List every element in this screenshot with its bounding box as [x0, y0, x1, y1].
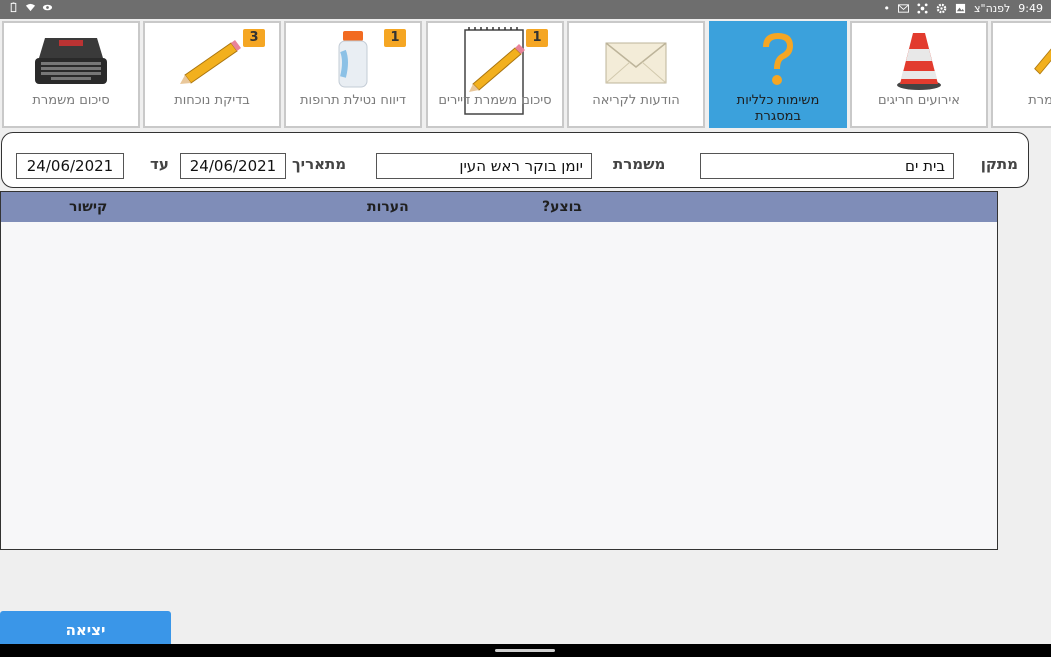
- tile-label: משמרת: [1028, 93, 1051, 108]
- to-date-label: עד: [150, 155, 169, 173]
- tile-badge: 3: [243, 29, 265, 47]
- tile-label: אירועים חריגים: [878, 93, 960, 108]
- filter-panel: מתקן בית ים משמרת יומן בוקר ראש העין מתא…: [1, 132, 1029, 188]
- table-header: בוצע? הערות קישור: [1, 192, 997, 222]
- tile-exceptional-events[interactable]: אירועים חריגים: [850, 21, 988, 128]
- tile-label: סיכום משמרת דיירים: [438, 93, 552, 108]
- tile-label: משימות כלליות במסגרת: [736, 93, 820, 124]
- exit-button[interactable]: יציאה: [0, 611, 171, 645]
- navigation-bar: [0, 644, 1051, 657]
- tile-label: סיכום משמרת: [32, 93, 110, 108]
- pill-bottle-icon: [338, 31, 368, 88]
- pencil-icon: [180, 40, 241, 84]
- status-time: 9:49: [1018, 2, 1043, 15]
- wifi-icon: [25, 3, 36, 12]
- column-notes[interactable]: הערות: [367, 199, 409, 215]
- tile-attendance-check[interactable]: 3 בדיקת נוכחות: [143, 21, 281, 128]
- tile-label: דיווח נטילת תרופות: [300, 93, 406, 108]
- battery-icon: [10, 2, 17, 13]
- status-bar: • לפנה"צ 9:49: [0, 0, 1051, 19]
- tile-general-tasks[interactable]: משימות כלליות במסגרת: [709, 21, 847, 128]
- question-mark-icon: [763, 33, 793, 85]
- menu-tiles: משמרת אירועים חריגים משימות כלליות במסגר…: [0, 20, 1051, 130]
- shift-label: משמרת: [613, 155, 666, 173]
- shift-field[interactable]: יומן בוקר ראש העין: [376, 153, 592, 179]
- tile-badge: 1: [384, 29, 406, 47]
- eye-icon: [42, 4, 53, 11]
- to-date-field[interactable]: 24/06/2021: [16, 153, 124, 179]
- typewriter-icon: [35, 38, 107, 84]
- facility-label: מתקן: [980, 155, 1018, 173]
- tile-label: בדיקת נוכחות: [174, 93, 250, 108]
- column-done[interactable]: בוצע?: [542, 199, 582, 215]
- facility-field[interactable]: בית ים: [700, 153, 954, 179]
- partial-pencil-icon: [1034, 48, 1051, 75]
- gmail-icon: [897, 4, 909, 13]
- network-icon: [917, 3, 928, 14]
- tile-messages[interactable]: הודעות לקריאה: [567, 21, 705, 128]
- traffic-cone-icon: [897, 33, 941, 90]
- tasks-table: בוצע? הערות קישור: [0, 191, 998, 550]
- tile-residents-summary[interactable]: 1 סיכום משמרת דיירים: [426, 21, 564, 128]
- tile-badge: 1: [526, 29, 548, 47]
- dot-icon: •: [883, 2, 890, 15]
- tile-shift[interactable]: משמרת: [991, 21, 1051, 128]
- from-date-field[interactable]: 24/06/2021: [180, 153, 286, 179]
- settings-icon: [936, 3, 947, 14]
- from-date-label: מתאריך: [292, 155, 347, 173]
- tile-label: הודעות לקריאה: [592, 93, 680, 108]
- envelope-icon: [605, 42, 667, 84]
- column-link[interactable]: קישור: [69, 199, 107, 215]
- tile-shift-summary[interactable]: סיכום משמרת: [2, 21, 140, 128]
- tile-medication-report[interactable]: 1 דיווח נטילת תרופות: [284, 21, 422, 128]
- status-day: לפנה"צ: [973, 2, 1011, 15]
- image-icon: [955, 3, 966, 14]
- home-handle[interactable]: [495, 649, 555, 652]
